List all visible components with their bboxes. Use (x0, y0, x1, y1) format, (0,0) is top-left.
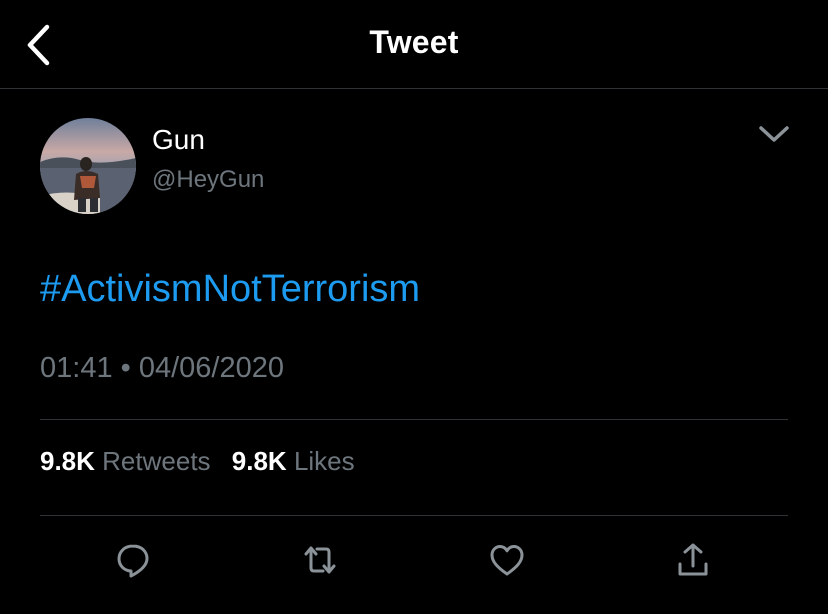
timestamp-separator: • (120, 352, 131, 384)
more-options-button[interactable] (754, 118, 794, 150)
retweets-count: 9.8K (40, 446, 95, 476)
top-bar: Tweet (0, 0, 828, 89)
page-title: Tweet (369, 24, 459, 60)
tweet-hashtag-link[interactable]: #ActivismNotTerrorism (40, 268, 420, 311)
share-button[interactable] (671, 538, 715, 582)
retweet-button[interactable] (298, 538, 342, 582)
divider (40, 515, 788, 516)
heart-icon (490, 545, 524, 576)
author-display-name[interactable]: Gun (152, 124, 205, 156)
share-icon (678, 543, 708, 576)
retweets-stat-link[interactable]: 9.8K Retweets (40, 446, 211, 476)
author-handle[interactable]: @HeyGun (152, 166, 264, 194)
reply-button[interactable] (111, 538, 155, 582)
retweets-label: Retweets (102, 446, 211, 476)
tweet-date: 04/06/2020 (138, 352, 285, 384)
like-button[interactable] (485, 538, 529, 582)
retweet-icon (304, 546, 336, 574)
action-bar (0, 538, 828, 582)
avatar-photo (40, 118, 136, 214)
likes-stat-link[interactable]: 9.8K Likes (232, 446, 355, 476)
divider (40, 419, 788, 420)
reply-bubble-icon (117, 544, 149, 578)
likes-count: 9.8K (231, 446, 287, 476)
chevron-down-icon (759, 126, 789, 142)
likes-label: Likes (293, 446, 355, 476)
tweet-timestamp: 01:41 • 04/06/2020 (40, 352, 284, 385)
tweet-stats: 9.8K Retweets 9.8K Likes (40, 446, 369, 477)
tweet-time: 01:41 (40, 352, 113, 384)
avatar[interactable] (40, 118, 136, 214)
